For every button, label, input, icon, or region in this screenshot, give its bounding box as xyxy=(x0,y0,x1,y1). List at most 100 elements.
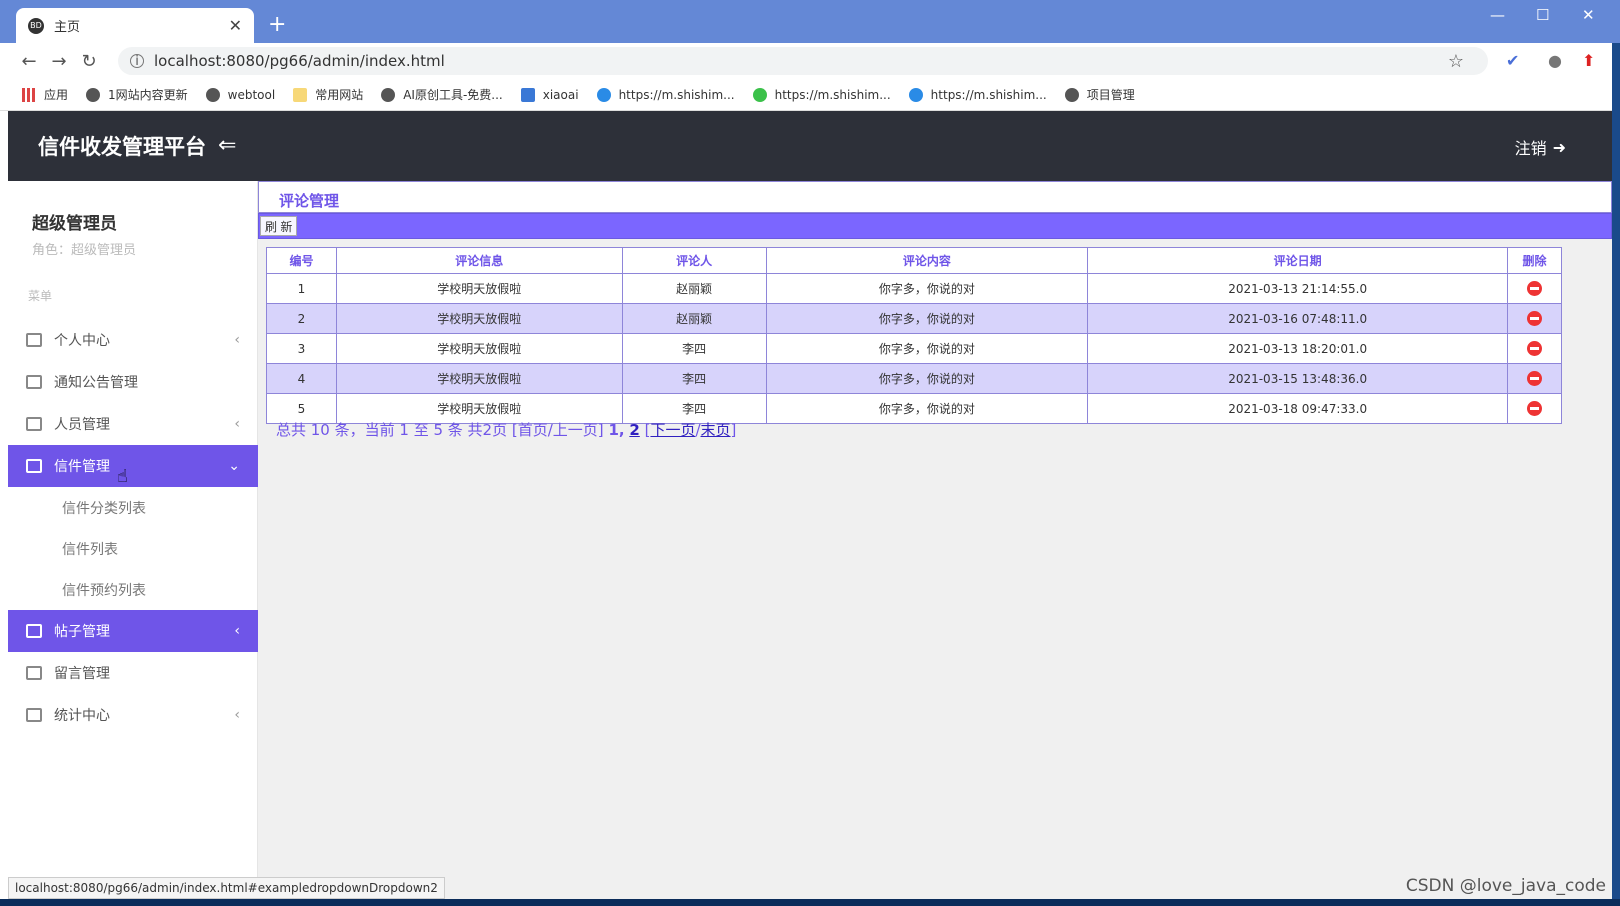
cell-delete xyxy=(1506,363,1563,394)
update-icon[interactable]: ⬆ xyxy=(1582,51,1595,70)
desktop-edge xyxy=(1612,43,1620,899)
cell-content: 你字多，你说的对 xyxy=(765,273,1089,304)
page-title: 评论管理 xyxy=(258,181,1612,213)
sidebar-item-statistics[interactable]: 统计中心 ‹ xyxy=(8,694,258,736)
column-header: 评论信息 xyxy=(335,247,623,274)
new-tab-icon[interactable]: + xyxy=(268,12,286,37)
back-icon[interactable]: ← xyxy=(14,51,44,72)
column-header: 评论人 xyxy=(621,247,767,274)
cell-id: 1 xyxy=(266,273,337,304)
maximize-icon[interactable]: ☐ xyxy=(1536,6,1549,24)
cell-date: 2021-03-13 18:20:01.0 xyxy=(1087,333,1508,364)
cell-info: 学校明天放假啦 xyxy=(335,303,623,334)
main-content: 评论管理 刷 新 编号 评论信息 评论人 评论内容 评论日期 删除 1 学校明天… xyxy=(258,181,1612,899)
window-icon xyxy=(26,708,42,722)
minimize-icon[interactable]: — xyxy=(1490,6,1505,24)
cell-id: 3 xyxy=(266,333,337,364)
sidebar-item-notice[interactable]: 通知公告管理 xyxy=(8,361,258,403)
delete-icon[interactable] xyxy=(1526,281,1542,296)
cell-info: 学校明天放假啦 xyxy=(335,363,623,394)
delete-icon[interactable] xyxy=(1526,341,1542,356)
cell-info: 学校明天放假啦 xyxy=(335,333,623,364)
sidebar-subitem-letter-list[interactable]: 信件列表 xyxy=(8,528,258,569)
bookmark-folder[interactable]: 常用网站 xyxy=(293,86,363,103)
pager-next[interactable]: 下一页 xyxy=(650,421,695,439)
menu-label: 菜单 xyxy=(28,289,53,303)
menu-toggle-icon[interactable]: ⇐ xyxy=(218,133,236,158)
cell-author: 李四 xyxy=(621,333,767,364)
forward-icon[interactable]: → xyxy=(44,51,74,72)
close-tab-icon[interactable]: ✕ xyxy=(229,16,242,35)
sidebar-nav: 个人中心 ‹ 通知公告管理 人员管理 ‹ 信件管理 ⌄ 信件分类列表 信件列表 … xyxy=(8,319,258,736)
cell-date: 2021-03-18 09:47:33.0 xyxy=(1087,393,1508,424)
sidebar-item-staff[interactable]: 人员管理 ‹ xyxy=(8,403,258,445)
sidebar-item-personal-center[interactable]: 个人中心 ‹ xyxy=(8,319,258,361)
cell-content: 你字多，你说的对 xyxy=(765,333,1089,364)
table-header-row: 编号 评论信息 评论人 评论内容 评论日期 删除 xyxy=(266,247,1563,274)
bookmark-item[interactable]: 应用 xyxy=(22,86,68,103)
admin-app: 信件收发管理平台 ⇐ 注销 ➜ 超级管理员 角色：超级管理员 菜单 个人中心 ‹… xyxy=(8,111,1612,899)
extension-icon[interactable]: ✔ xyxy=(1506,51,1519,70)
cell-date: 2021-03-15 13:48:36.0 xyxy=(1087,363,1508,394)
sidebar-item-posts[interactable]: 帖子管理 ‹ xyxy=(8,610,258,652)
bookmark-item[interactable]: AI原创工具-免费... xyxy=(381,86,503,103)
bookmark-item[interactable]: webtool xyxy=(205,87,275,102)
pager-page-1: 1, xyxy=(608,421,625,439)
sidebar-subitem-letter-reservations[interactable]: 信件预约列表 xyxy=(8,569,258,610)
pagination: 总共 10 条，当前 1 至 5 条 共2页 [首页/上一页] 1, 2 [下一… xyxy=(276,419,736,440)
comments-table: 编号 评论信息 评论人 评论内容 评论日期 删除 1 学校明天放假啦 赵丽颖 你… xyxy=(266,247,1563,424)
bookmark-item[interactable]: https://m.shishim... xyxy=(596,87,735,102)
sidebar-item-messages[interactable]: 留言管理 xyxy=(8,652,258,694)
mouse-cursor-icon: ☝ xyxy=(117,466,128,487)
cell-content: 你字多，你说的对 xyxy=(765,393,1089,424)
delete-icon[interactable] xyxy=(1526,371,1542,386)
pager-last[interactable]: 末页 xyxy=(701,421,731,439)
bookmark-item[interactable]: https://m.shishim... xyxy=(752,87,891,102)
window-icon xyxy=(26,417,42,431)
window-icon xyxy=(26,666,42,680)
info-icon[interactable]: i xyxy=(130,54,144,69)
address-bar[interactable]: i localhost:8080/pg66/admin/index.html ☆ xyxy=(118,47,1488,75)
bookmark-star-icon[interactable]: ☆ xyxy=(1448,51,1464,72)
c-icon xyxy=(908,87,923,102)
cell-delete xyxy=(1506,273,1563,304)
chevron-down-icon: ⌄ xyxy=(228,458,240,474)
bookmark-item[interactable]: xiaoai xyxy=(520,87,579,102)
chevron-left-icon: ‹ xyxy=(234,332,240,348)
sidebar-subitem-letter-categories[interactable]: 信件分类列表 xyxy=(8,487,258,528)
column-header: 删除 xyxy=(1506,247,1563,274)
wechat-icon xyxy=(752,87,767,102)
pager-page-2[interactable]: 2 xyxy=(629,421,639,439)
sidebar: 超级管理员 角色：超级管理员 菜单 个人中心 ‹ 通知公告管理 人员管理 ‹ 信… xyxy=(8,181,258,899)
profile-avatar-icon[interactable]: ● xyxy=(1548,51,1562,70)
bookmark-item[interactable]: 1网站内容更新 xyxy=(86,86,188,103)
cell-content: 你字多，你说的对 xyxy=(765,363,1089,394)
cell-delete xyxy=(1506,333,1563,364)
column-header: 评论内容 xyxy=(765,247,1089,274)
globe-icon xyxy=(1064,87,1079,102)
close-window-icon[interactable]: ✕ xyxy=(1582,6,1595,24)
delete-icon[interactable] xyxy=(1526,311,1542,326)
cell-author: 李四 xyxy=(621,363,767,394)
sidebar-item-letters[interactable]: 信件管理 ⌄ xyxy=(8,445,258,487)
c-icon xyxy=(596,87,611,102)
browser-tab[interactable]: BD 主页 ✕ xyxy=(16,8,254,43)
cell-date: 2021-03-16 07:48:11.0 xyxy=(1087,303,1508,334)
logout-label: 注销 xyxy=(1514,139,1547,158)
watermark: CSDN @love_java_code xyxy=(1405,876,1606,896)
logout-button[interactable]: 注销 ➜ xyxy=(1515,135,1566,159)
favicon-icon: BD xyxy=(28,17,44,34)
bookmark-item[interactable]: 项目管理 xyxy=(1064,86,1135,103)
app-header: 信件收发管理平台 ⇐ 注销 ➜ xyxy=(8,111,1612,181)
address-toolbar: ← → ↻ i localhost:8080/pg66/admin/index.… xyxy=(0,43,1620,79)
folder-icon xyxy=(293,87,308,102)
globe-icon xyxy=(205,87,220,102)
p-icon xyxy=(520,87,535,102)
reload-icon[interactable]: ↻ xyxy=(74,51,104,72)
bookmark-item[interactable]: https://m.shishim... xyxy=(908,87,1047,102)
pager-first-prev: [首页/上一页] xyxy=(511,421,604,439)
refresh-button[interactable]: 刷 新 xyxy=(260,216,298,236)
delete-icon[interactable] xyxy=(1526,401,1542,416)
cell-id: 2 xyxy=(266,303,337,334)
user-name: 超级管理员 xyxy=(32,214,117,234)
